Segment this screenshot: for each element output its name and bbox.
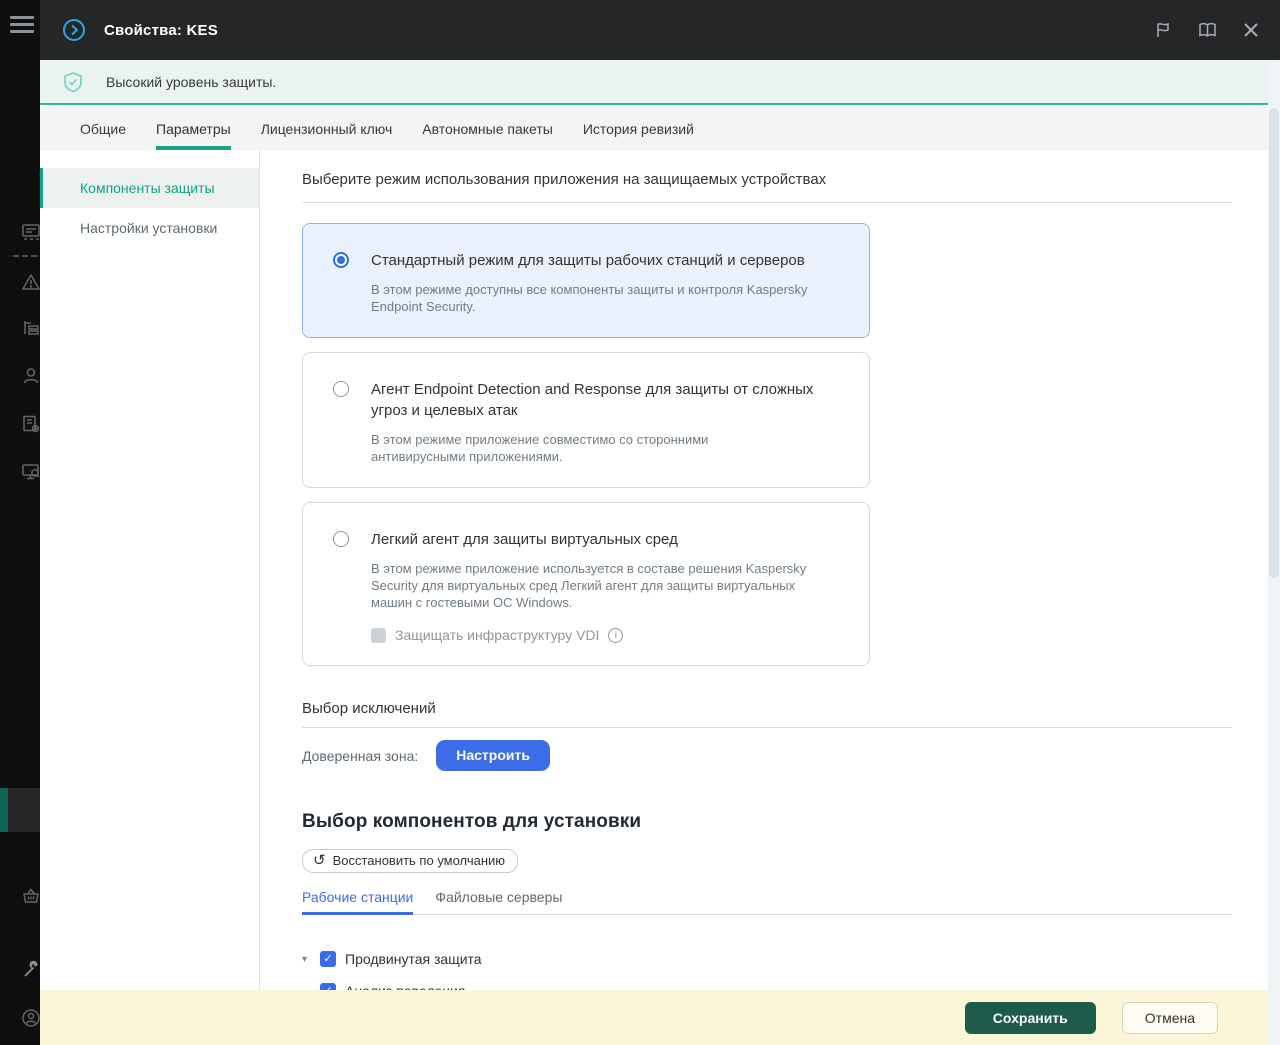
tab-general[interactable]: Общие xyxy=(80,107,126,150)
option-title: Легкий агент для защиты виртуальных сред xyxy=(371,531,678,548)
wrench-icon[interactable] xyxy=(21,960,41,980)
save-button[interactable]: Сохранить xyxy=(964,1001,1096,1034)
checkbox-checked-icon[interactable]: ✓ xyxy=(320,951,336,967)
exclusions-section-title: Выбор исключений xyxy=(302,700,436,717)
book-icon[interactable] xyxy=(1196,19,1218,41)
account-circle-icon[interactable] xyxy=(21,1008,41,1028)
reset-icon: ↺ xyxy=(313,851,326,869)
option-description: В этом режиме доступны все компоненты за… xyxy=(371,282,808,314)
protection-status-text: Высокий уровень защиты. xyxy=(106,73,277,90)
monitor-search-icon[interactable] xyxy=(21,462,41,482)
tree-row-behavior-analysis: ✓ Анализ поведения xyxy=(302,981,1232,990)
option-title: Агент Endpoint Detection and Response дл… xyxy=(371,381,814,419)
protection-status-banner: Высокий уровень защиты. xyxy=(40,60,1268,105)
hierarchy-icon[interactable] xyxy=(21,318,41,338)
mode-option-standard[interactable]: Стандартный режим для защиты рабочих ста… xyxy=(302,223,870,338)
configure-button[interactable]: Настроить xyxy=(436,740,550,771)
flag-icon[interactable] xyxy=(1152,19,1174,41)
vdi-checkbox[interactable] xyxy=(371,627,386,643)
tab-revision-history[interactable]: История ревизий xyxy=(583,107,694,150)
basket-icon[interactable] xyxy=(21,886,41,906)
document-gear-icon[interactable] xyxy=(21,414,41,434)
info-icon[interactable]: i xyxy=(608,627,624,643)
properties-window: Свойства: KES Высокий уровень защиты. Об… xyxy=(0,0,1280,1045)
scrollbar-thumb[interactable] xyxy=(1269,108,1279,578)
tab-standalone-packages[interactable]: Автономные пакеты xyxy=(422,107,553,150)
radio-icon[interactable] xyxy=(333,381,349,397)
policy-chevron-icon xyxy=(62,18,86,42)
menu-icon[interactable] xyxy=(10,16,34,34)
action-bar: Сохранить Отмена xyxy=(40,990,1268,1045)
shield-check-icon xyxy=(62,71,84,93)
components-section-title: Выбор компонентов для установки xyxy=(302,811,642,832)
option-description: В этом режиме приложение совместимо со с… xyxy=(371,432,709,464)
rail-active-indicator xyxy=(0,788,8,832)
cancel-button[interactable]: Отмена xyxy=(1121,1001,1218,1034)
tree-label: Продвинутая защита xyxy=(345,951,482,967)
settings-panel: Выберите режим использования приложения … xyxy=(260,150,1268,990)
tab-workstations[interactable]: Рабочие станции xyxy=(302,889,414,915)
sidebar-item-protection-components[interactable]: Компоненты защиты xyxy=(40,168,259,208)
trusted-zone-label: Доверенная зона: xyxy=(302,747,419,764)
mode-option-light-agent[interactable]: Легкий агент для защиты виртуальных сред… xyxy=(302,502,870,666)
reset-defaults-button[interactable]: ↺ Восстановить по умолчанию xyxy=(302,849,519,873)
reset-defaults-label: Восстановить по умолчанию xyxy=(332,853,506,868)
tab-file-servers[interactable]: Файловые серверы xyxy=(435,889,562,914)
devices-card-icon[interactable] xyxy=(21,222,41,242)
checkbox-checked-icon[interactable]: ✓ xyxy=(320,983,336,990)
content-area: Компоненты защиты Настройки установки Вы… xyxy=(40,150,1268,990)
window-title: Свойства: KES xyxy=(104,21,218,39)
radio-selected-icon[interactable] xyxy=(333,252,349,268)
mode-option-edr-agent[interactable]: Агент Endpoint Detection and Response дл… xyxy=(302,352,870,488)
expander-icon[interactable]: ▾ xyxy=(302,954,320,965)
vdi-checkbox-label: Защищать инфраструктуру VDI xyxy=(395,627,600,643)
divider xyxy=(302,202,1232,203)
user-icon[interactable] xyxy=(21,366,41,386)
rail-divider xyxy=(13,255,37,257)
close-icon[interactable] xyxy=(1240,19,1262,41)
tab-license-key[interactable]: Лицензионный ключ xyxy=(261,107,393,150)
option-title: Стандартный режим для защиты рабочих ста… xyxy=(371,252,805,269)
console-nav-rail xyxy=(0,0,40,1045)
radio-icon[interactable] xyxy=(333,531,349,547)
property-tabs: Общие Параметры Лицензионный ключ Автоно… xyxy=(40,107,1280,150)
mode-section-title: Выберите режим использования приложения … xyxy=(302,171,827,188)
sidebar-item-installation-settings[interactable]: Настройки установки xyxy=(40,208,259,248)
option-description: В этом режиме приложение используется в … xyxy=(371,561,807,610)
warning-triangle-icon[interactable] xyxy=(21,272,41,292)
components-tree: ▾ ✓ Продвинутая защита ✓ Анализ поведени… xyxy=(302,949,1232,990)
vertical-scrollbar[interactable] xyxy=(1268,60,1280,1045)
tree-label: Анализ поведения xyxy=(345,983,465,990)
rail-active-item[interactable] xyxy=(0,788,40,832)
tree-row-advanced-protection: ▾ ✓ Продвинутая защита xyxy=(302,949,1232,969)
device-type-tabs: Рабочие станции Файловые серверы xyxy=(302,889,1232,915)
divider xyxy=(302,727,1232,728)
tab-parameters[interactable]: Параметры xyxy=(156,107,231,150)
window-titlebar: Свойства: KES xyxy=(40,0,1280,60)
settings-sidebar: Компоненты защиты Настройки установки xyxy=(40,150,260,990)
